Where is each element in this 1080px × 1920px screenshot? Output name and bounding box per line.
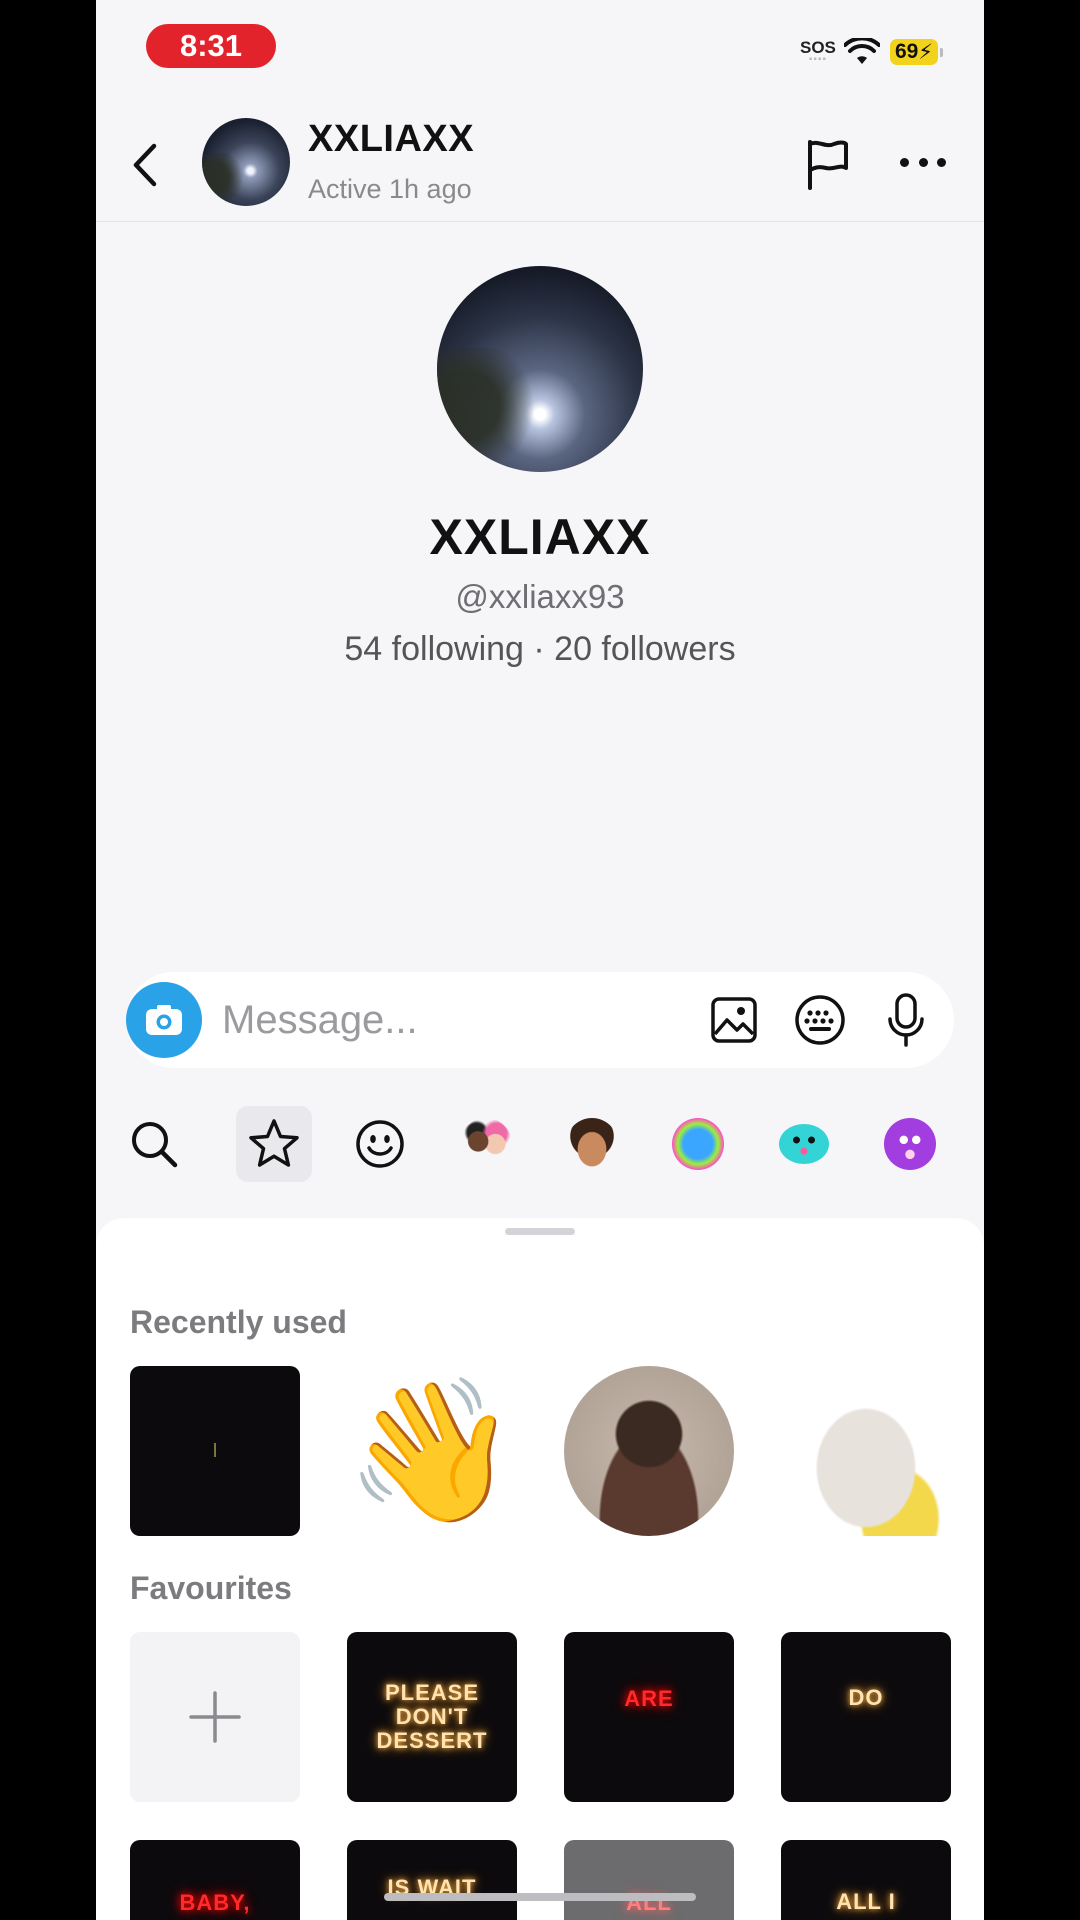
favourite-sticker-3[interactable]: DO xyxy=(781,1632,951,1802)
status-bar: 8:31 SOS ▪▪▪▪ 69 ⚡ xyxy=(96,0,984,96)
status-time[interactable]: 8:31 xyxy=(146,24,276,68)
sos-indicator: SOS ▪▪▪▪ xyxy=(800,38,836,65)
chat-screen: 8:31 SOS ▪▪▪▪ 69 ⚡ XXLIAXX Active 1h ago X… xyxy=(96,0,984,1920)
favourite-sticker-4[interactable]: BABY, xyxy=(130,1840,300,1920)
star-icon xyxy=(249,1119,299,1167)
back-icon[interactable] xyxy=(126,140,166,190)
sticker-keyboard-icon[interactable] xyxy=(794,994,846,1046)
profile-handle: @xxliaxx93 xyxy=(455,578,625,615)
sticker-pack-2-icon xyxy=(779,1124,829,1164)
tab-sticker-pack-2[interactable] xyxy=(766,1106,842,1182)
recent-title: Recently used xyxy=(130,1304,347,1340)
profile-name: XXLIAXX xyxy=(429,509,651,565)
recent-sticker-4[interactable] xyxy=(781,1366,951,1536)
tab-emoji[interactable] xyxy=(342,1106,418,1182)
profile-stats[interactable]: 54 following · 20 followers xyxy=(96,630,984,669)
home-indicator[interactable] xyxy=(384,1893,696,1901)
report-flag-icon[interactable] xyxy=(804,138,850,190)
plus-icon xyxy=(189,1691,241,1743)
bitmoji-avatar-icon xyxy=(566,1118,618,1170)
bitmoji-friends-icon xyxy=(460,1118,512,1170)
sticker-pack-3-icon xyxy=(884,1118,936,1170)
tab-sticker-pack-3[interactable] xyxy=(872,1106,948,1182)
recent-sticker-1[interactable]: I xyxy=(130,1366,300,1536)
recent-sticker-2[interactable]: 👋 xyxy=(347,1366,517,1536)
gallery-icon[interactable] xyxy=(710,996,758,1044)
sticker-sheet: Recently used I 👋 Favourites PLEASE DON'… xyxy=(96,1218,984,1920)
camera-icon xyxy=(146,1005,182,1035)
header-avatar[interactable] xyxy=(202,118,290,206)
camera-button[interactable] xyxy=(126,982,202,1058)
add-favourite-button[interactable] xyxy=(130,1632,300,1802)
tab-sticker-pack-1[interactable] xyxy=(660,1106,736,1182)
header-name[interactable]: XXLIAXX xyxy=(308,118,474,161)
tab-bitmoji-me[interactable] xyxy=(554,1106,630,1182)
favourites-title: Favourites xyxy=(130,1570,292,1606)
header-status: Active 1h ago xyxy=(308,174,472,204)
sticker-tabs xyxy=(96,1100,984,1190)
wifi-icon xyxy=(844,38,880,64)
sticker-pack-1-icon xyxy=(672,1118,724,1170)
favourite-sticker-1[interactable]: PLEASE DON'T DESSERT xyxy=(347,1632,517,1802)
more-options-icon[interactable] xyxy=(900,154,946,170)
tab-favorites[interactable] xyxy=(236,1106,312,1182)
recent-sticker-3[interactable] xyxy=(564,1366,734,1536)
favourite-sticker-5[interactable]: IS WAIT xyxy=(347,1840,517,1920)
search-icon xyxy=(132,1122,178,1168)
favourite-sticker-7[interactable]: ALL I xyxy=(781,1840,951,1920)
favourite-sticker-6[interactable]: ALL xyxy=(564,1840,734,1920)
tab-search[interactable] xyxy=(116,1106,192,1182)
message-composer xyxy=(126,972,954,1068)
tab-bitmoji-friends[interactable] xyxy=(448,1106,524,1182)
message-input[interactable] xyxy=(222,992,582,1048)
sheet-grabber[interactable] xyxy=(505,1228,575,1235)
smiley-icon xyxy=(356,1120,404,1168)
battery-icon: 69 ⚡ xyxy=(890,39,943,65)
profile-avatar[interactable] xyxy=(437,266,643,472)
chat-header: XXLIAXX Active 1h ago xyxy=(96,96,984,222)
microphone-icon[interactable] xyxy=(886,992,926,1048)
favourite-sticker-2[interactable]: ARE xyxy=(564,1632,734,1802)
